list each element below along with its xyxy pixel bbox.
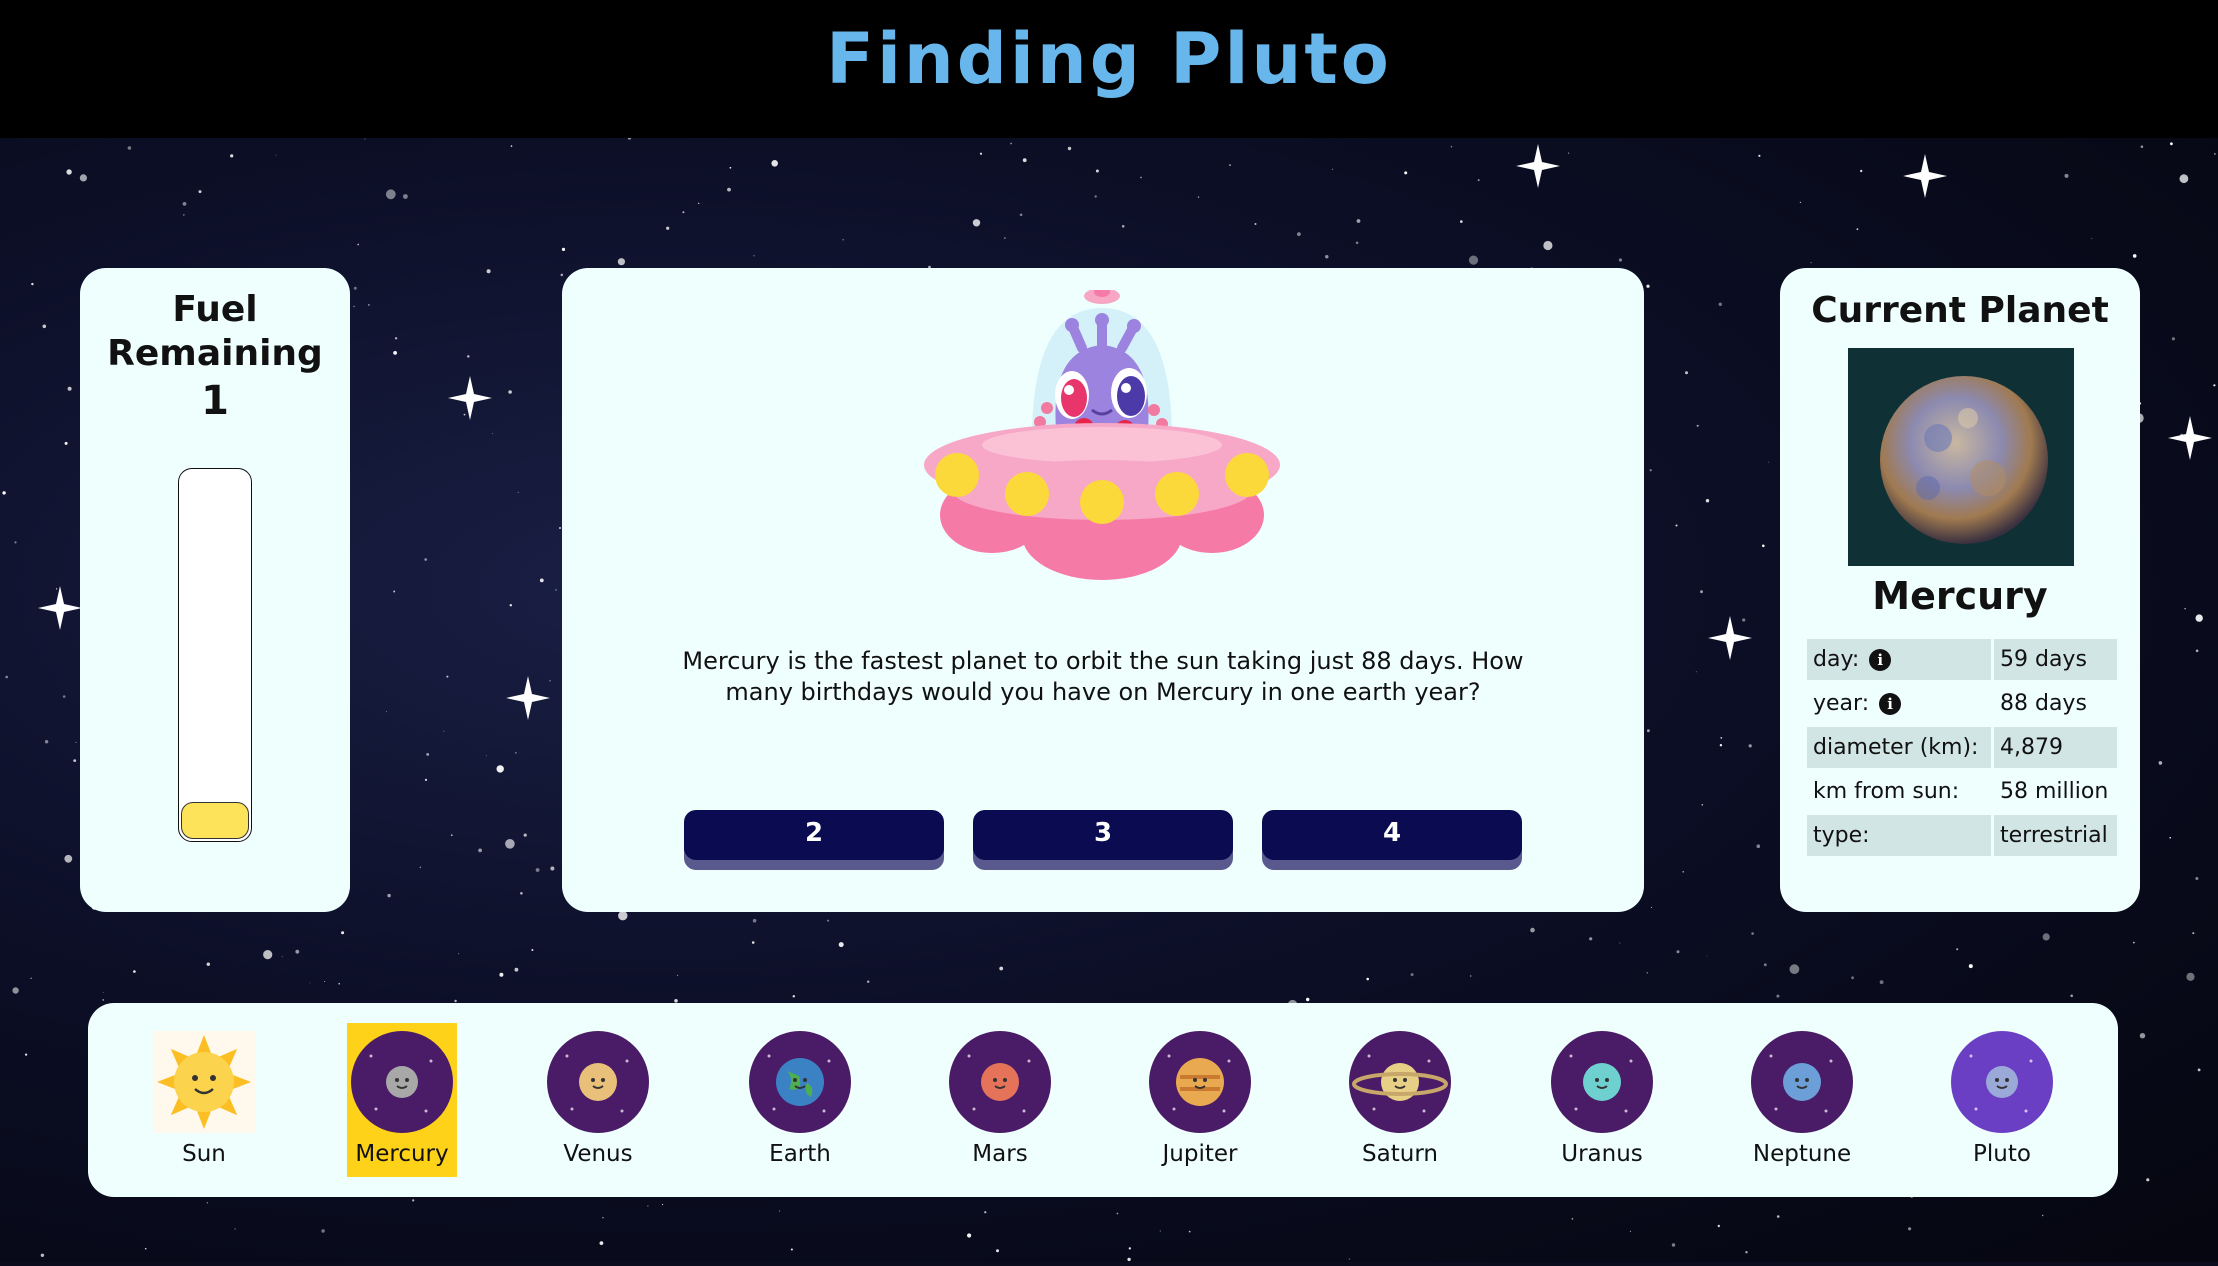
planet-label: Earth [769,1141,831,1167]
current-planet-title: Current Planet [1811,290,2109,331]
fact-label-text: year: [1813,691,1870,716]
answer-button-2[interactable]: 3 [973,810,1233,860]
info-icon[interactable]: i [1879,693,1902,715]
fact-value: terrestrial [1994,815,2117,856]
fact-row: km from sun: 58 million [1807,771,2117,812]
venus-icon [547,1031,649,1133]
fact-label: year: i [1807,683,1991,724]
current-planet-name: Mercury [1872,574,2048,618]
answer-button-3[interactable]: 4 [1262,810,1522,860]
planet-button-neptune[interactable]: Neptune [1747,1023,1857,1177]
planet-label: Mars [972,1141,1028,1167]
planet-button-venus[interactable]: Venus [543,1023,653,1177]
fact-label-text: diameter (km): [1813,735,1979,760]
fuel-value: 1 [201,378,229,424]
mars-icon [949,1031,1051,1133]
question-text: Mercury is the fastest planet to orbit t… [682,647,1524,706]
fact-row: year: i 88 days [1807,683,2117,724]
fact-label: day: i [1807,639,1991,680]
fact-label: km from sun: [1807,771,1991,812]
fact-label-text: type: [1813,823,1870,848]
ufo-alien-icon [924,290,1280,580]
fact-value: 4,879 [1994,727,2117,768]
planet-label: Neptune [1752,1141,1852,1167]
fact-row: type: terrestrial [1807,815,2117,856]
uranus-icon [1551,1031,1653,1133]
fact-label-text: day: [1813,647,1860,672]
mercury-planet-icon [1848,348,2074,566]
current-planet-panel: Current Planet Mercury day: i 59 days year:… [1780,268,2140,912]
jupiter-icon [1149,1031,1251,1133]
fact-row: diameter (km): 4,879 [1807,727,2117,768]
planet-label: Venus [563,1141,633,1167]
header: Finding Pluto [0,0,2218,138]
earth-icon [749,1031,851,1133]
fuel-title-line1: Fuel [172,289,258,330]
planet-button-sun[interactable]: Sun [149,1023,259,1177]
info-icon[interactable]: i [1869,649,1892,671]
planet-selector-bar: Sun Mercury Venus Earth Mars Jupiter Saturn Ura… [88,1003,2118,1197]
fact-label: diameter (km): [1807,727,1991,768]
fuel-panel: Fuel Remaining 1 [80,268,350,912]
planet-label: Pluto [1973,1141,2031,1167]
sun-icon [153,1031,255,1133]
mercury-icon [351,1031,453,1133]
planet-label: Sun [182,1141,226,1167]
planet-button-saturn[interactable]: Saturn [1345,1023,1455,1177]
planet-button-pluto[interactable]: Pluto [1947,1023,2057,1177]
planet-button-earth[interactable]: Earth [745,1023,855,1177]
saturn-icon [1349,1031,1451,1133]
fuel-title: Fuel Remaining [80,288,350,376]
planet-label: Saturn [1362,1141,1438,1167]
fuel-gauge [178,468,252,842]
planet-button-jupiter[interactable]: Jupiter [1145,1023,1255,1177]
fact-label-text: km from sun: [1813,779,1960,804]
page-title: Finding Pluto [826,18,1392,100]
planet-facts-table: day: i 59 days year: i 88 days diameter (km): 4… [1804,636,2120,859]
fuel-gauge-fill [181,802,249,839]
planet-button-uranus[interactable]: Uranus [1547,1023,1657,1177]
planet-label: Mercury [355,1141,449,1167]
fuel-title-line2: Remaining [107,333,323,374]
fact-row: day: i 59 days [1807,639,2117,680]
mercury-photo [1848,348,2074,566]
answer-button-1[interactable]: 2 [684,810,944,860]
planet-button-mars[interactable]: Mars [945,1023,1055,1177]
fact-value: 59 days [1994,639,2117,680]
planet-button-mercury[interactable]: Mercury [347,1023,457,1177]
planet-label: Jupiter [1162,1141,1238,1167]
fact-label: type: [1807,815,1991,856]
pluto-icon [1951,1031,2053,1133]
fact-value: 88 days [2000,691,2087,716]
neptune-icon [1751,1031,1853,1133]
planet-label: Uranus [1561,1141,1643,1167]
question-panel: Mercury is the fastest planet to orbit t… [562,268,1644,912]
fact-value: 58 million [2000,779,2109,804]
